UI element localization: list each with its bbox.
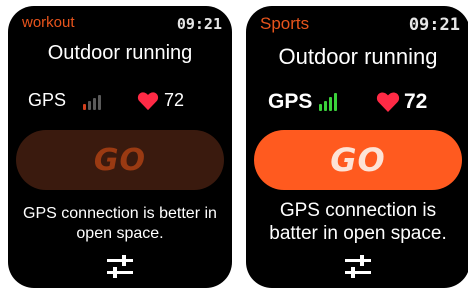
signal-bars-icon <box>83 92 101 110</box>
go-label: GO <box>330 141 386 179</box>
app-name: Sports <box>260 14 310 33</box>
signal-bars-icon <box>319 92 337 111</box>
app-name: workout <box>22 14 75 31</box>
signal-bar <box>83 104 86 110</box>
signal-bar <box>334 93 337 111</box>
clock: 09:21 <box>176 15 222 33</box>
go-button[interactable]: GO <box>254 130 462 190</box>
gps-label: GPS <box>28 90 67 110</box>
watch-screen-sports: Sports 09:21 Outdoor running GPS 72 GO G… <box>246 6 468 288</box>
clock: 09:21 <box>408 15 460 35</box>
sliders-icon[interactable] <box>105 254 135 280</box>
go-label: GO <box>93 142 147 178</box>
signal-bar <box>98 95 101 110</box>
gps-hint-text: GPS connection is batter in open space. <box>269 200 447 244</box>
workout-title: Outdoor running <box>47 42 193 64</box>
heart-rate-value: 72 <box>164 90 185 110</box>
status-bar: workout 09:21 <box>8 14 232 36</box>
signal-bar <box>324 101 327 111</box>
signal-bar <box>88 101 91 110</box>
heart-icon <box>137 92 159 111</box>
status-row: GPS 72 <box>246 90 468 116</box>
status-bar: Sports 09:21 <box>246 14 468 36</box>
heart-icon <box>376 92 400 112</box>
signal-bar <box>319 104 322 111</box>
workout-title: Outdoor running <box>278 44 438 69</box>
signal-bar <box>329 97 332 111</box>
gps-hint-text: GPS connection is better in open space. <box>23 205 217 242</box>
gps-label: GPS <box>268 90 313 113</box>
watch-screen-workout: workout 09:21 Outdoor running GPS 72 GO … <box>8 6 232 288</box>
status-row: GPS 72 <box>8 90 232 116</box>
sliders-icon[interactable] <box>342 254 374 280</box>
go-button[interactable]: GO <box>16 130 224 190</box>
signal-bar <box>93 98 96 110</box>
heart-rate-value: 72 <box>404 90 428 113</box>
